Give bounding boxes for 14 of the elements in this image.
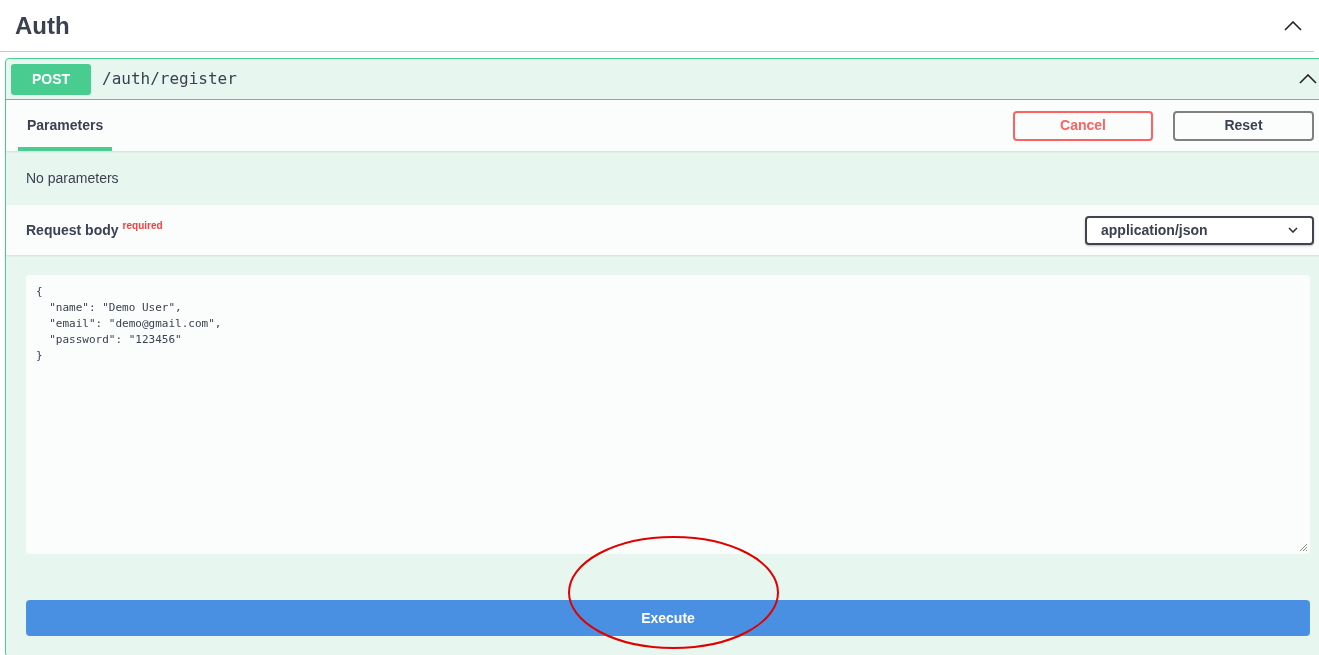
chevron-down-icon bbox=[1288, 227, 1298, 233]
parameters-tab[interactable]: Parameters bbox=[18, 100, 113, 151]
section-title[interactable]: Auth bbox=[15, 7, 70, 44]
request-body-label: Request body bbox=[26, 220, 119, 240]
collapse-icon[interactable] bbox=[1284, 20, 1302, 31]
no-parameters-text: No parameters bbox=[26, 168, 119, 188]
resize-handle-icon[interactable] bbox=[1299, 543, 1308, 552]
collapse-icon[interactable] bbox=[1299, 74, 1317, 84]
content-type-dropdown[interactable]: application/json bbox=[1085, 215, 1314, 245]
method-badge: POST bbox=[11, 63, 91, 95]
request-body-field[interactable]: { "name": "Demo User", "email": "demo@gmail.com", "password": "123456" } bbox=[26, 275, 1310, 554]
endpoint-path: /auth/register bbox=[102, 68, 237, 90]
reset-button[interactable]: Reset bbox=[1173, 110, 1314, 141]
required-label: required bbox=[122, 218, 163, 233]
